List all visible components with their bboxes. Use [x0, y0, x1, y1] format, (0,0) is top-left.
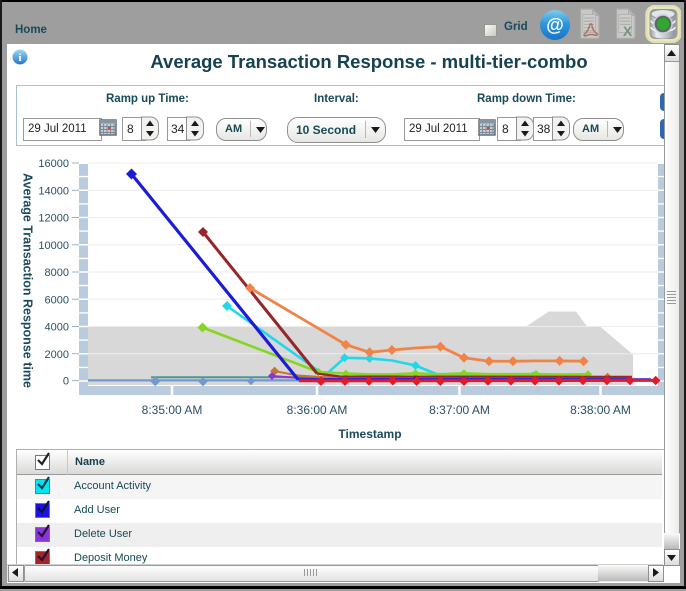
svg-text:8:35:00 AM: 8:35:00 AM: [142, 403, 203, 417]
svg-text:Average Transaction Response t: Average Transaction Response time: [21, 173, 35, 388]
svg-text:Timestamp: Timestamp: [338, 427, 401, 441]
svg-text:i: i: [18, 52, 21, 64]
svg-text:0: 0: [63, 376, 69, 388]
svg-text:14000: 14000: [38, 185, 69, 197]
svg-text:@: @: [546, 15, 564, 35]
svg-text:8:38:00 AM: 8:38:00 AM: [570, 403, 631, 417]
svg-text:8:37:00 AM: 8:37:00 AM: [429, 403, 490, 417]
svg-text:8000: 8000: [45, 267, 69, 279]
svg-text:2000: 2000: [45, 349, 69, 361]
svg-text:X: X: [623, 23, 633, 39]
svg-text:16000: 16000: [38, 158, 69, 170]
svg-text:4000: 4000: [45, 322, 69, 334]
svg-text:10000: 10000: [38, 240, 69, 252]
svg-text:6000: 6000: [45, 294, 69, 306]
svg-text:8:36:00 AM: 8:36:00 AM: [287, 403, 348, 417]
svg-text:12000: 12000: [38, 213, 69, 225]
